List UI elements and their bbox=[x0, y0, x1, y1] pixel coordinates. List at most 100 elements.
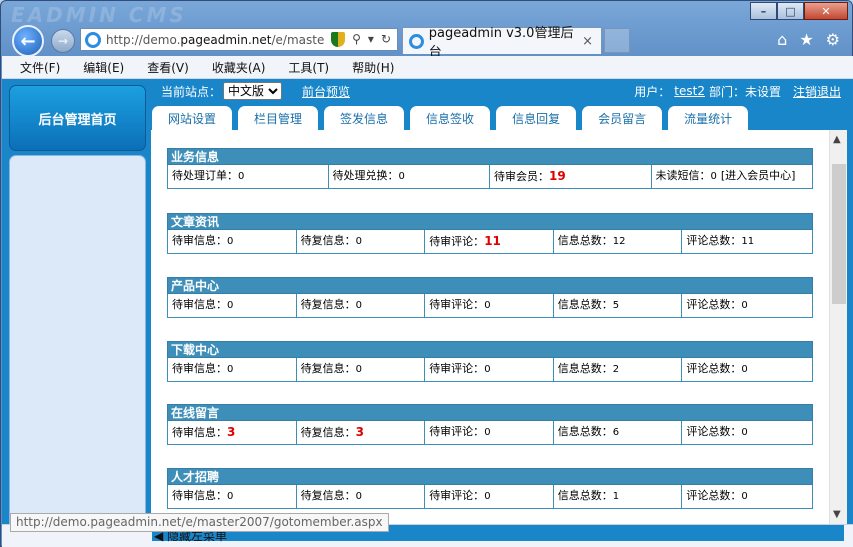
stat-value: 0 bbox=[484, 300, 491, 311]
section-title: 产品中心 bbox=[167, 277, 813, 294]
forward-arrow-icon[interactable]: → bbox=[51, 29, 75, 53]
section-row: 待审信息：0 待复信息：0 待审评论：0 信息总数：5 评论总数：0 bbox=[167, 294, 813, 318]
gear-icon[interactable]: ⚙ bbox=[826, 30, 840, 49]
stat-label: 信息总数： bbox=[557, 489, 613, 502]
stat-cell: 评论总数：11 bbox=[682, 230, 812, 253]
section-title: 文章资讯 bbox=[167, 213, 813, 230]
maximize-button[interactable]: □ bbox=[777, 2, 804, 20]
stat-value: 0 bbox=[484, 364, 491, 375]
stat-value: 0 bbox=[741, 491, 748, 502]
sidebar-panel bbox=[9, 155, 146, 524]
stat-label: 评论总数： bbox=[686, 362, 742, 375]
stat-value: 0 bbox=[710, 171, 717, 182]
vertical-scrollbar[interactable]: ▲ ▼ bbox=[829, 130, 847, 524]
scroll-up-icon[interactable]: ▲ bbox=[833, 134, 841, 145]
address-bar[interactable]: http://demo.pageadmin.net/e/master... ⚲ … bbox=[80, 28, 398, 51]
stat-label: 评论总数： bbox=[686, 489, 742, 502]
tab-reply-info[interactable]: 信息回复 bbox=[496, 106, 577, 130]
site-select[interactable]: 中文版 bbox=[223, 82, 283, 100]
stat-value: 0 bbox=[227, 364, 234, 375]
stat-cell: 待审信息：0 bbox=[168, 230, 297, 253]
section-block: 业务信息 待处理订单：0 待处理兑换：0 待审会员：19 未读短信：0 [进入会员中心] bbox=[167, 148, 813, 189]
stat-value: 0 bbox=[227, 300, 234, 311]
stat-label: 评论总数： bbox=[686, 298, 742, 311]
home-icon[interactable]: ⌂ bbox=[777, 30, 787, 49]
stat-label: 待审评论： bbox=[429, 235, 485, 248]
stat-label: 待审信息： bbox=[172, 362, 227, 375]
status-url-tooltip: http://demo.pageadmin.net/e/master2007/g… bbox=[10, 513, 389, 532]
stat-value: 2 bbox=[612, 364, 620, 375]
back-arrow-icon[interactable]: ← bbox=[12, 25, 44, 57]
stat-label: 待审信息： bbox=[172, 426, 227, 439]
new-tab-button[interactable] bbox=[604, 28, 630, 53]
section-title: 在线留言 bbox=[167, 404, 813, 421]
close-button[interactable]: ✕ bbox=[804, 2, 848, 20]
stat-value: 0 bbox=[398, 171, 405, 182]
stat-cell: 信息总数：5 bbox=[554, 294, 683, 317]
star-icon[interactable]: ★ bbox=[799, 30, 813, 49]
user-link[interactable]: test2 bbox=[674, 84, 705, 98]
stat-label: 信息总数： bbox=[557, 298, 613, 311]
stat-value: 6 bbox=[612, 427, 620, 438]
menu-tools[interactable]: 工具(T) bbox=[288, 59, 329, 76]
section-block: 文章资讯 待审信息：0 待复信息：0 待审评论：11 信息总数：12 评论总数：11 bbox=[167, 213, 813, 254]
minimize-button[interactable]: – bbox=[750, 2, 777, 20]
dropdown-icon[interactable]: ▾ bbox=[368, 32, 374, 47]
sidebar: 后台管理首页 bbox=[9, 85, 146, 524]
logout-link[interactable]: 注销退出 bbox=[793, 83, 841, 100]
stat-cell: 待审会员：19 bbox=[490, 165, 652, 188]
site-label: 当前站点： bbox=[161, 84, 222, 99]
menu-file[interactable]: 文件(F) bbox=[20, 59, 60, 76]
menu-view[interactable]: 查看(V) bbox=[147, 59, 189, 76]
stat-label: 待审评论： bbox=[429, 298, 485, 311]
user-label: 用户： bbox=[634, 84, 671, 99]
menu-help[interactable]: 帮助(H) bbox=[352, 59, 394, 76]
stat-cell: 待复信息：0 bbox=[297, 294, 426, 317]
title-watermark: EADMIN CMS bbox=[11, 3, 187, 27]
browser-tab[interactable]: pageadmin v3.0管理后台 × bbox=[402, 26, 602, 60]
stat-label: 待复信息： bbox=[300, 489, 356, 502]
stat-label: 待处理兑换： bbox=[332, 169, 399, 182]
stat-label: 待处理订单： bbox=[172, 169, 238, 182]
stat-value: 0 bbox=[227, 236, 234, 247]
section-row: 待审信息：3 待复信息：3 待审评论：0 信息总数：6 评论总数：0 bbox=[167, 421, 813, 445]
tab-traffic-stats[interactable]: 流量统计 bbox=[668, 106, 749, 130]
stat-label: 未读短信： bbox=[655, 169, 711, 182]
search-icon[interactable]: ⚲ bbox=[352, 32, 361, 47]
tab-close-icon[interactable]: × bbox=[582, 34, 593, 49]
address-url[interactable]: http://demo.pageadmin.net/e/master... bbox=[106, 33, 324, 47]
scroll-down-icon[interactable]: ▼ bbox=[833, 509, 841, 520]
tab-site-settings[interactable]: 网站设置 bbox=[152, 106, 233, 130]
menu-favorites[interactable]: 收藏夹(A) bbox=[212, 59, 266, 76]
stat-label: 信息总数： bbox=[557, 362, 613, 375]
refresh-icon[interactable]: ↻ bbox=[381, 32, 391, 47]
scrollbar-thumb[interactable] bbox=[832, 164, 846, 304]
tab-receive-info[interactable]: 信息签收 bbox=[410, 106, 491, 130]
stat-label: 待审会员： bbox=[494, 170, 549, 183]
compatibility-shield-icon[interactable] bbox=[331, 32, 346, 47]
window-controls: – □ ✕ bbox=[750, 2, 848, 20]
tab-column-management[interactable]: 栏目管理 bbox=[238, 106, 319, 130]
stat-label: 待审评论： bbox=[429, 425, 485, 438]
tab-publish-info[interactable]: 签发信息 bbox=[324, 106, 405, 130]
section-title: 人才招聘 bbox=[167, 468, 813, 485]
stat-cell: 待审评论：0 bbox=[425, 358, 554, 381]
stat-cell: 待审评论：0 bbox=[425, 485, 554, 508]
tab-member-messages[interactable]: 会员留言 bbox=[582, 106, 663, 130]
stat-cell: 待审信息：3 bbox=[168, 421, 297, 444]
preview-link[interactable]: 前台预览 bbox=[302, 83, 350, 100]
sidebar-home-button[interactable]: 后台管理首页 bbox=[9, 85, 146, 151]
stat-label: 待复信息： bbox=[300, 234, 356, 247]
stat-label: 待审信息： bbox=[172, 298, 227, 311]
stat-value: 19 bbox=[549, 169, 566, 183]
stat-value: 3 bbox=[227, 425, 236, 439]
stat-label: 待审信息： bbox=[172, 489, 227, 502]
stat-value: 0 bbox=[484, 427, 491, 438]
ie-page-icon bbox=[85, 31, 101, 48]
enter-member-center-link[interactable]: [进入会员中心] bbox=[721, 169, 796, 182]
stat-value: 0 bbox=[484, 491, 491, 502]
stat-cell: 待复信息：0 bbox=[297, 485, 426, 508]
menu-bar: 文件(F) 编辑(E) 查看(V) 收藏夹(A) 工具(T) 帮助(H) bbox=[2, 56, 853, 79]
section-row: 待审信息：0 待复信息：0 待审评论：0 信息总数：1 评论总数：0 bbox=[167, 485, 813, 509]
menu-edit[interactable]: 编辑(E) bbox=[83, 59, 124, 76]
